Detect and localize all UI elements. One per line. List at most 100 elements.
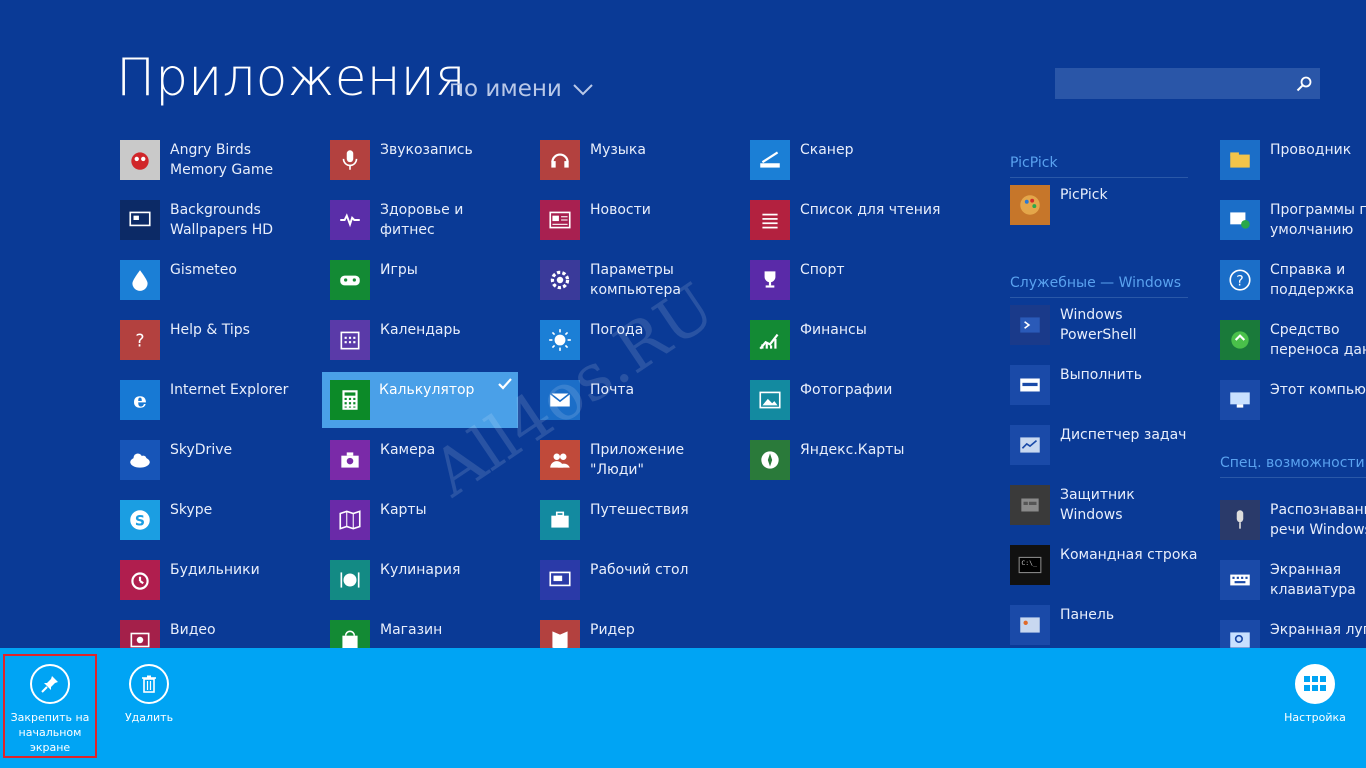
app-tile[interactable]: Спорт [750, 260, 946, 316]
app-icon-tile [120, 260, 160, 300]
group-header[interactable]: Спец. возможности [1220, 455, 1366, 478]
sort-label: по имени [449, 76, 562, 102]
svg-text:e: e [133, 389, 147, 413]
app-tile[interactable]: Сканер [750, 140, 946, 196]
app-icon-tile [1010, 185, 1050, 225]
app-icon-tile: S [120, 500, 160, 540]
app-tile[interactable]: ? Справка и поддержка [1220, 260, 1366, 316]
app-tile[interactable]: C:\_ Командная строка [1010, 545, 1206, 601]
uninstall-button[interactable]: Удалить [102, 648, 196, 725]
pin-to-start-label: Закрепить на начальном экране [10, 711, 90, 754]
calculator-icon [342, 390, 358, 410]
app-tile[interactable]: Этот компьюте [1220, 380, 1366, 436]
app-tile[interactable]: Windows PowerShell [1010, 305, 1206, 361]
app-tile[interactable]: Экранная клавиатура [1220, 560, 1366, 616]
customize-icon-circle [1295, 664, 1335, 704]
app-tile[interactable]: Backgrounds Wallpapers HD [120, 200, 316, 256]
app-label: PicPick [1060, 187, 1108, 203]
defender-icon [1021, 498, 1039, 512]
default-programs-icon [1230, 212, 1250, 229]
app-tile[interactable]: Новости [540, 200, 736, 256]
app-icon-tile: ? [1220, 260, 1260, 300]
search-box[interactable] [1055, 68, 1320, 99]
app-tile[interactable]: Средство переноса данн [1220, 320, 1366, 376]
app-tile[interactable]: Выполнить [1010, 365, 1206, 421]
app-tile[interactable]: Игры [330, 260, 526, 316]
app-tile[interactable]: Gismeteo [120, 260, 316, 316]
pin-to-start-button[interactable]: Закрепить на начальном экране [3, 654, 97, 758]
app-tile[interactable]: Приложение "Люди" [540, 440, 736, 496]
sort-dropdown[interactable]: по имени [449, 76, 593, 102]
app-label: Карты [380, 502, 427, 518]
app-tile[interactable]: Будильники [120, 560, 316, 616]
app-tile[interactable]: Защитник Windows [1010, 485, 1206, 541]
app-tile[interactable]: Параметры компьютера [540, 260, 736, 316]
app-icon-tile [330, 560, 370, 600]
app-label: Skype [170, 502, 213, 518]
app-tile[interactable]: Калькулятор [322, 372, 518, 428]
app-tile[interactable]: Проводник [1220, 140, 1366, 196]
app-label: Backgrounds Wallpapers HD [170, 202, 274, 238]
app-tile[interactable]: Календарь [330, 320, 526, 376]
map-icon [339, 510, 361, 530]
search-icon[interactable] [1296, 76, 1312, 92]
gear-icon [550, 270, 570, 290]
internet-explorer-icon: e [133, 389, 147, 413]
app-tile[interactable]: Здоровье и фитнес [330, 200, 526, 256]
app-tile[interactable]: Распознавание речи Windows [1220, 500, 1366, 556]
app-icon-tile: ? [120, 320, 160, 360]
app-tile[interactable]: Фотографии [750, 380, 946, 436]
app-tile[interactable]: ? Help & Tips [120, 320, 316, 376]
water-drop-icon [132, 270, 148, 291]
run-icon [1020, 378, 1040, 392]
list-icon [762, 213, 778, 229]
app-tile[interactable]: Список для чтения [750, 200, 946, 256]
app-label: Защитник Windows [1060, 487, 1135, 523]
app-tile[interactable]: Музыка [540, 140, 736, 196]
app-tile[interactable]: PicPick [1010, 185, 1206, 241]
group-header[interactable]: Служебные — Windows [1010, 275, 1188, 298]
news-icon [549, 211, 571, 229]
app-tile[interactable]: Почта [540, 380, 736, 436]
app-label: Параметры компьютера [590, 262, 682, 298]
app-icon-tile: e [120, 380, 160, 420]
app-tile[interactable]: Angry Birds Memory Game [120, 140, 316, 196]
app-icon-tile [540, 440, 580, 480]
app-bar: Закрепить на начальном экране Удалить На… [0, 648, 1366, 768]
app-tile[interactable]: Камера [330, 440, 526, 496]
group-header[interactable]: PicPick [1010, 155, 1188, 178]
headphones-icon [551, 153, 569, 168]
trophy-icon [764, 271, 776, 288]
app-icon-tile [750, 380, 790, 420]
app-icon-tile [540, 560, 580, 600]
app-tile[interactable]: Кулинария [330, 560, 526, 616]
app-icon-tile [1220, 320, 1260, 360]
skype-icon: S [130, 510, 150, 530]
app-tile[interactable]: Диспетчер задач [1010, 425, 1206, 481]
app-icon-tile [540, 320, 580, 360]
app-label: Диспетчер задач [1060, 427, 1187, 443]
app-tile[interactable]: Погода [540, 320, 736, 376]
app-label: Средство переноса данн [1270, 322, 1366, 358]
uninstall-label: Удалить [124, 711, 174, 724]
app-tile[interactable]: S Skype [120, 500, 316, 556]
app-label: Gismeteo [170, 262, 237, 278]
scanner-icon [760, 151, 780, 168]
app-label: Здоровье и фитнес [380, 202, 464, 238]
app-label: Выполнить [1060, 367, 1142, 383]
app-tile[interactable]: Карты [330, 500, 526, 556]
app-icon-tile [330, 320, 370, 360]
app-tile[interactable]: Звукозапись [330, 140, 526, 196]
app-tile[interactable]: SkyDrive [120, 440, 316, 496]
app-icon-tile [540, 380, 580, 420]
desktop-icon [549, 571, 571, 587]
app-tile[interactable]: Рабочий стол [540, 560, 736, 616]
app-icon-tile [750, 140, 790, 180]
app-tile[interactable]: Программы по умолчанию [1220, 200, 1366, 256]
app-tile[interactable]: e Internet Explorer [120, 380, 316, 436]
app-tile[interactable]: Финансы [750, 320, 946, 376]
customize-button[interactable]: Настройка [1268, 648, 1362, 725]
app-tile[interactable]: Яндекс.Карты [750, 440, 946, 496]
app-tile[interactable]: Путешествия [540, 500, 736, 556]
app-label: Справка и поддержка [1270, 262, 1355, 298]
